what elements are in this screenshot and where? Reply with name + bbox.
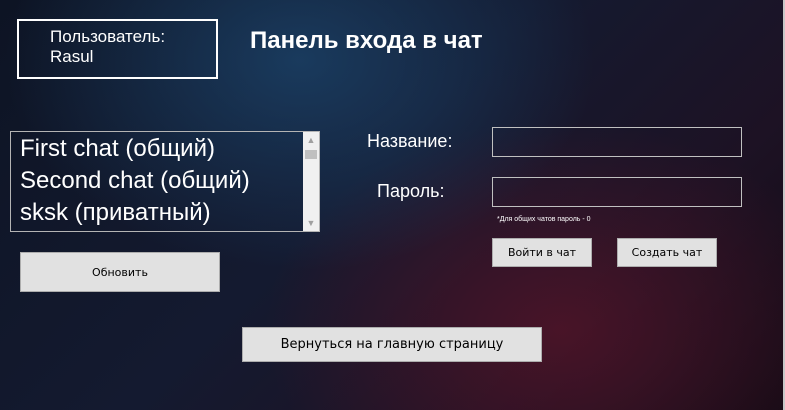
chat-name-input[interactable] <box>492 127 742 157</box>
chevron-up-icon[interactable]: ▲ <box>303 132 319 148</box>
chat-list[interactable]: First chat (общий) Second chat (общий) s… <box>10 131 320 232</box>
chat-list-scrollbar[interactable]: ▲ ▼ <box>303 132 319 231</box>
back-to-main-button[interactable]: Вернуться на главную страницу <box>242 327 542 362</box>
scroll-thumb[interactable] <box>305 150 317 159</box>
password-label: Пароль: <box>377 181 445 201</box>
chat-list-item[interactable]: Second chat (общий) <box>11 165 319 197</box>
create-chat-button[interactable]: Создать чат <box>617 238 717 267</box>
user-label: Пользователь: <box>50 27 166 46</box>
refresh-button[interactable]: Обновить <box>20 252 220 292</box>
user-info-box: Пользователь: Rasul <box>17 19 218 79</box>
user-name: Rasul <box>50 47 94 66</box>
enter-chat-button[interactable]: Войти в чат <box>492 238 592 267</box>
chat-name-label: Название: <box>367 131 453 151</box>
password-hint: *Для общих чатов пароль - 0 <box>497 216 591 223</box>
page-title: Панель входа в чат <box>250 27 483 54</box>
password-input[interactable] <box>492 177 742 207</box>
chevron-down-icon[interactable]: ▼ <box>303 215 319 231</box>
chat-list-item[interactable]: sksk (приватный) <box>11 197 319 229</box>
chat-list-item[interactable]: First chat (общий) <box>11 133 319 165</box>
